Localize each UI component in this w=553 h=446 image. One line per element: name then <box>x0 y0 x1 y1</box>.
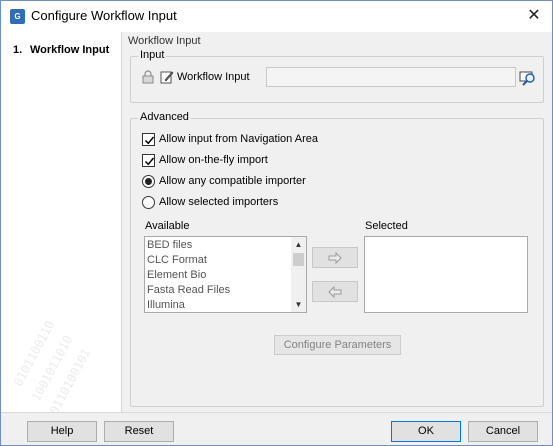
list-item[interactable]: BED files <box>147 239 192 251</box>
main-panel: Workflow Input Input Workflow Input Adva… <box>123 32 552 412</box>
list-item[interactable]: Illumina <box>147 299 185 311</box>
add-importer-button[interactable] <box>312 247 358 268</box>
title-bar: G Configure Workflow Input ✕ <box>1 1 552 32</box>
available-importers-list[interactable]: BED files CLC Format Element Bio Fasta R… <box>144 236 307 313</box>
dialog-window: G Configure Workflow Input ✕ 1. Workflow … <box>0 0 553 446</box>
workflow-input-label: Workflow Input <box>177 71 250 83</box>
dialog-footer: Help Reset OK Cancel <box>1 412 552 445</box>
section-title: Workflow Input <box>128 35 201 47</box>
app-logo-icon: G <box>10 9 25 24</box>
close-button[interactable]: ✕ <box>521 5 547 27</box>
scroll-thumb[interactable] <box>293 253 304 266</box>
input-group: Input Workflow Input <box>130 49 544 103</box>
allow-on-the-fly-import-label: Allow on-the-fly import <box>159 154 268 166</box>
step-number: 1. <box>13 44 23 56</box>
sidebar-item-workflow-input[interactable]: 1. Workflow Input <box>13 44 109 56</box>
checkmark-icon <box>144 136 155 145</box>
list-item[interactable]: CLC Format <box>147 254 207 266</box>
cancel-button[interactable]: Cancel <box>468 421 538 442</box>
binary-watermark: 0101100110 1001011010 0110100101 <box>1 182 121 412</box>
available-list-label: Available <box>145 220 190 232</box>
allow-selected-importers-label: Allow selected importers <box>159 196 279 208</box>
workflow-input-field[interactable] <box>266 67 516 87</box>
lock-icon <box>142 70 154 84</box>
dialog-title: Configure Workflow Input <box>31 8 177 23</box>
reset-button[interactable]: Reset <box>104 421 174 442</box>
advanced-group: Advanced Allow input from Navigation Are… <box>130 111 544 407</box>
allow-any-importer-label: Allow any compatible importer <box>159 175 306 187</box>
input-group-title: Input <box>138 49 167 61</box>
selected-importers-list[interactable] <box>364 236 528 313</box>
arrow-left-icon <box>328 286 342 298</box>
advanced-group-title: Advanced <box>138 111 191 123</box>
wizard-steps-sidebar: 1. Workflow Input 0101100110 1001011010 0… <box>1 32 122 412</box>
allow-navigation-area-label: Allow input from Navigation Area <box>159 133 318 145</box>
remove-importer-button[interactable] <box>312 281 358 302</box>
scroll-up-icon[interactable]: ▲ <box>291 238 306 251</box>
edit-icon[interactable] <box>160 70 174 84</box>
allow-selected-importers-radio[interactable] <box>142 196 155 209</box>
selected-list-label: Selected <box>365 220 408 232</box>
checkmark-icon <box>144 157 155 166</box>
step-label: Workflow Input <box>30 44 110 56</box>
list-item[interactable]: Element Bio <box>147 269 206 281</box>
list-item[interactable]: Fasta Read Files <box>147 284 230 296</box>
configure-parameters-button[interactable]: Configure Parameters <box>274 335 401 355</box>
list-scrollbar[interactable]: ▲ ▼ <box>291 237 306 312</box>
scroll-down-icon[interactable]: ▼ <box>291 298 306 311</box>
help-button[interactable]: Help <box>27 421 97 442</box>
browse-icon[interactable] <box>519 68 537 86</box>
ok-button[interactable]: OK <box>391 421 461 442</box>
allow-any-importer-radio[interactable] <box>142 175 155 188</box>
allow-on-the-fly-import-checkbox[interactable] <box>142 154 155 167</box>
radio-selected-dot <box>145 178 152 185</box>
allow-navigation-area-checkbox[interactable] <box>142 133 155 146</box>
arrow-right-icon <box>328 252 342 264</box>
